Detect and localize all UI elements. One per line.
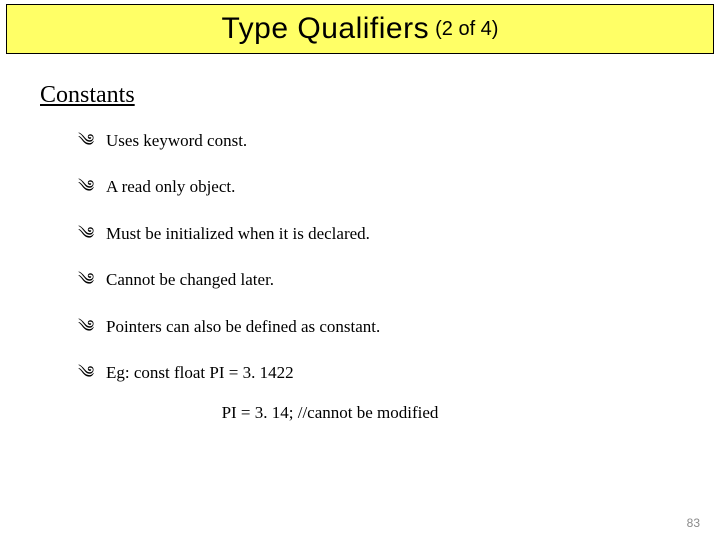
list-item: ༄ Must be initialized when it is declare… [78, 224, 680, 244]
list-item: ༄ Eg: const float PI = 3. 1422 [78, 363, 680, 383]
section-heading: Constants [40, 82, 680, 109]
bullet-icon: ༄ [78, 224, 94, 244]
list-item: ༄ A read only object. [78, 177, 680, 197]
slide-subtitle: (2 of 4) [435, 18, 498, 41]
content-area: Constants ༄ Uses keyword const. ༄ A read… [0, 54, 720, 423]
bullet-icon: ༄ [78, 270, 94, 290]
list-item: ༄ Uses keyword const. [78, 131, 680, 151]
title-bar: Type Qualifiers (2 of 4) [6, 4, 714, 54]
bullet-list: ༄ Uses keyword const. ༄ A read only obje… [78, 131, 680, 383]
note-line: PI = 3. 14; //cannot be modified [40, 403, 680, 423]
slide-title: Type Qualifiers [222, 12, 430, 46]
page-number: 83 [687, 516, 700, 530]
bullet-icon: ༄ [78, 131, 94, 151]
bullet-text: Must be initialized when it is declared. [106, 224, 370, 243]
bullet-text: Uses keyword const. [106, 131, 247, 150]
list-item: ༄ Pointers can also be defined as consta… [78, 317, 680, 337]
bullet-text: Pointers can also be defined as constant… [106, 317, 380, 336]
bullet-icon: ༄ [78, 363, 94, 383]
bullet-icon: ༄ [78, 177, 94, 197]
bullet-icon: ༄ [78, 317, 94, 337]
bullet-text: Eg: const float PI = 3. 1422 [106, 363, 294, 382]
bullet-text: Cannot be changed later. [106, 270, 274, 289]
bullet-text: A read only object. [106, 177, 235, 196]
list-item: ༄ Cannot be changed later. [78, 270, 680, 290]
